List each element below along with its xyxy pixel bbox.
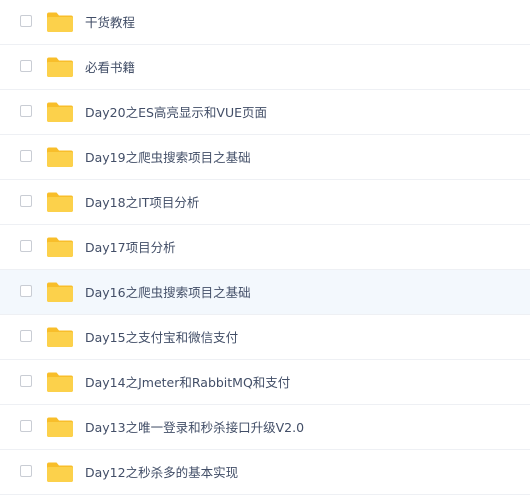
row-checkbox[interactable] [20, 330, 32, 342]
file-row[interactable]: 干货教程 [0, 0, 530, 45]
folder-icon[interactable] [46, 236, 74, 258]
row-checkbox[interactable] [20, 105, 32, 117]
folder-name-link[interactable]: Day14之Jmeter和RabbitMQ和支付 [85, 360, 290, 406]
row-checkbox[interactable] [20, 15, 32, 27]
folder-icon[interactable] [46, 281, 74, 303]
row-checkbox[interactable] [20, 150, 32, 162]
folder-name-link[interactable]: Day16之爬虫搜索项目之基础 [85, 270, 251, 316]
folder-icon[interactable] [46, 11, 74, 33]
folder-name-link[interactable]: Day13之唯一登录和秒杀接口升级V2.0 [85, 405, 304, 451]
file-row[interactable]: 必看书籍 [0, 45, 530, 90]
folder-name-link[interactable]: Day15之支付宝和微信支付 [85, 315, 238, 361]
file-row[interactable]: Day16之爬虫搜索项目之基础 [0, 270, 530, 315]
folder-icon[interactable] [46, 146, 74, 168]
file-row[interactable]: Day18之IT项目分析 [0, 180, 530, 225]
file-row[interactable]: Day13之唯一登录和秒杀接口升级V2.0 [0, 405, 530, 450]
folder-name-link[interactable]: 干货教程 [85, 0, 135, 46]
folder-icon[interactable] [46, 416, 74, 438]
folder-name-link[interactable]: Day12之秒杀多的基本实现 [85, 450, 238, 496]
row-checkbox[interactable] [20, 375, 32, 387]
file-row[interactable]: Day12之秒杀多的基本实现 [0, 450, 530, 495]
file-row[interactable]: Day20之ES高亮显示和VUE页面 [0, 90, 530, 135]
folder-icon[interactable] [46, 56, 74, 78]
folder-icon[interactable] [46, 101, 74, 123]
folder-icon[interactable] [46, 371, 74, 393]
folder-icon[interactable] [46, 326, 74, 348]
row-checkbox[interactable] [20, 420, 32, 432]
row-checkbox[interactable] [20, 285, 32, 297]
folder-name-link[interactable]: Day20之ES高亮显示和VUE页面 [85, 90, 267, 136]
row-checkbox[interactable] [20, 240, 32, 252]
folder-name-link[interactable]: 必看书籍 [85, 45, 135, 91]
row-checkbox[interactable] [20, 60, 32, 72]
folder-icon[interactable] [46, 461, 74, 483]
file-row[interactable]: Day19之爬虫搜索项目之基础 [0, 135, 530, 180]
file-row[interactable]: Day14之Jmeter和RabbitMQ和支付 [0, 360, 530, 405]
folder-name-link[interactable]: Day19之爬虫搜索项目之基础 [85, 135, 251, 181]
row-checkbox[interactable] [20, 195, 32, 207]
folder-name-link[interactable]: Day17项目分析 [85, 225, 176, 271]
file-list: 干货教程 必看书籍 Day20之ES高亮显示和VUE页面 Day19之爬虫搜索项… [0, 0, 530, 502]
file-row[interactable]: Day17项目分析 [0, 225, 530, 270]
folder-name-link[interactable]: Day18之IT项目分析 [85, 180, 199, 226]
row-checkbox[interactable] [20, 465, 32, 477]
folder-icon[interactable] [46, 191, 74, 213]
file-row[interactable]: Day15之支付宝和微信支付 [0, 315, 530, 360]
